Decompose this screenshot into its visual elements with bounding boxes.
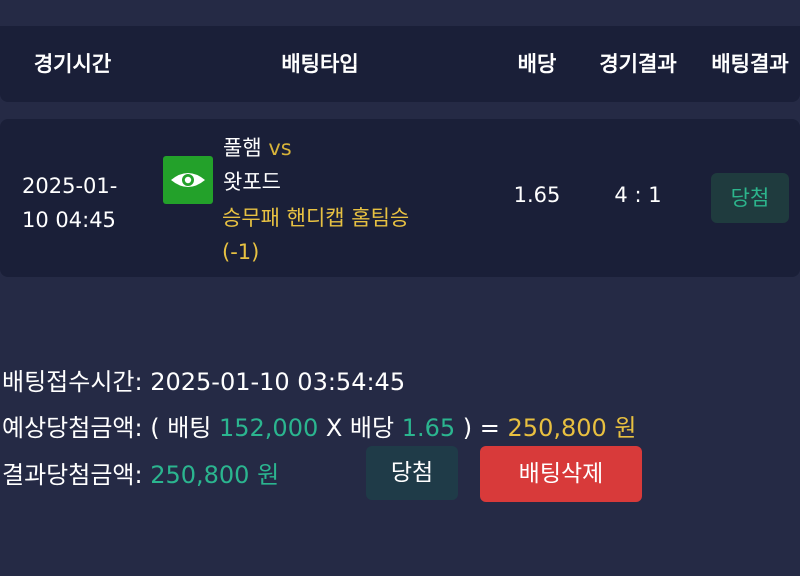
game-time: 2025-01- 10 04:45 (22, 169, 142, 237)
expected-open: ( 배팅 (150, 414, 219, 442)
result-payout-amount: 250,800 원 (150, 461, 280, 489)
bet-type: 승무패 핸디캡 홈팀승 (-1) (222, 201, 409, 269)
result-badge: 당첨 (711, 173, 789, 223)
game-score: 4 : 1 (614, 183, 662, 207)
expected-odds: 1.65 (401, 414, 456, 442)
odds-value: 1.65 (513, 183, 561, 207)
expected-payout-label: 예상당첨금액: (2, 414, 151, 442)
team-away: 왓포드 (223, 170, 281, 194)
expected-close: ) = (455, 414, 508, 442)
expected-payout-line: 예상당첨금액: ( 배팅 152,000 X 배당 1.65 ) = 250,8… (2, 408, 637, 443)
header-bet-result: 배팅결과 (711, 52, 789, 76)
receipt-time-line: 배팅접수시간: 2025-01-10 03:54:45 (2, 362, 405, 397)
times-odds: X 배당 (318, 414, 402, 442)
stake-amount: 152,000 (218, 414, 319, 442)
vs-label: vs (268, 136, 292, 160)
bet-type-name: 승무패 핸디캡 홈팀승 (222, 206, 410, 230)
header-time: 경기시간 (33, 52, 112, 76)
result-payout-label: 결과당첨금액: (2, 461, 151, 489)
header-odds: 배당 (517, 52, 557, 76)
bet-row: 2025-01- 10 04:45 풀햄 vs 왓포드 승무패 핸디캡 홈팀승 … (0, 119, 800, 277)
win-button[interactable]: 당첨 (366, 446, 458, 500)
receipt-time-label: 배팅접수시간: (2, 368, 151, 396)
result-payout-line: 결과당첨금액: 250,800 원 (2, 455, 279, 490)
team-home: 풀햄 vs (223, 132, 292, 162)
game-time-clock: 10 04:45 (22, 208, 116, 232)
delete-bet-button[interactable]: 배팅삭제 (480, 446, 642, 502)
header-bet-type: 배팅타입 (281, 52, 359, 76)
bet-table-header: 경기시간 배팅타입 배당 경기결과 배팅결과 (0, 26, 800, 102)
receipt-time-value: 2025-01-10 03:54:45 (150, 368, 406, 396)
expected-amount: 250,800 원 (507, 414, 637, 442)
header-game-result: 경기결과 (599, 52, 677, 76)
game-time-date: 2025-01- (22, 174, 118, 198)
team-home-name: 풀햄 (223, 136, 262, 160)
eye-icon[interactable] (163, 156, 213, 204)
bet-type-handicap: (-1) (222, 240, 260, 264)
